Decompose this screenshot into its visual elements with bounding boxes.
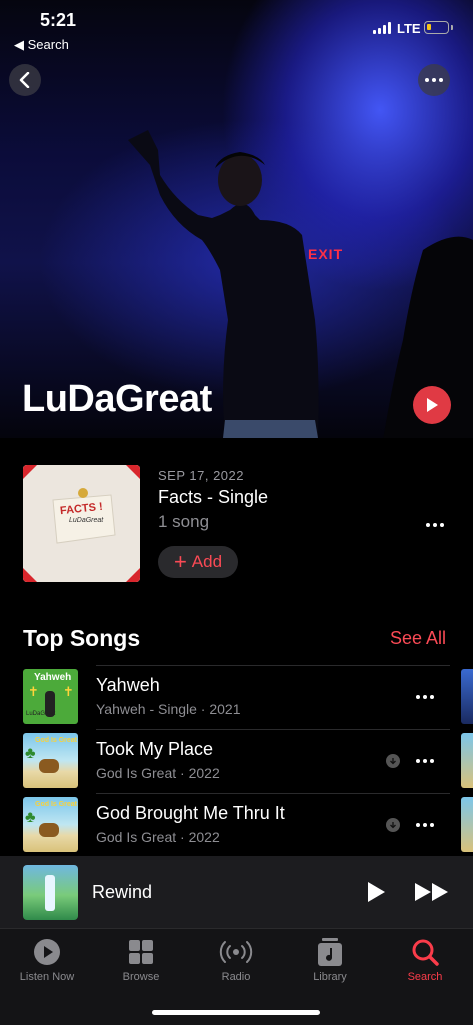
- network-type: LTE: [397, 21, 421, 36]
- plus-icon: +: [173, 549, 187, 574]
- add-to-library-button[interactable]: + Add: [158, 546, 238, 578]
- release-song-count: 1 song: [158, 512, 210, 531]
- library-icon: [318, 938, 342, 966]
- see-all-link[interactable]: See All: [390, 628, 446, 649]
- top-songs-heading: Top Songs: [23, 625, 141, 651]
- status-bar: 5:21 ◀ Search LTE: [0, 0, 473, 60]
- tab-label: Library: [313, 971, 347, 983]
- back-button[interactable]: [9, 64, 41, 96]
- tab-browse[interactable]: Browse: [101, 937, 181, 983]
- next-column-artwork[interactable]: [461, 797, 473, 852]
- cover-artist: LuDaGreat: [69, 517, 104, 524]
- song-row[interactable]: God Is Great ♣ Took My Place God Is Grea…: [0, 729, 473, 793]
- signal-icon: [373, 22, 393, 34]
- next-column-artwork[interactable]: [461, 733, 473, 788]
- art-artist: LuDaGreat: [26, 711, 56, 717]
- tab-library[interactable]: Library: [290, 937, 370, 983]
- play-icon: [427, 398, 438, 412]
- artist-name: LuDaGreat: [22, 378, 212, 420]
- battery-icon: [424, 21, 453, 34]
- art-title: Yahweh: [34, 672, 72, 683]
- song-title: Took My Place: [96, 739, 214, 759]
- downloaded-icon: [386, 818, 400, 832]
- song-title: God Brought Me Thru It: [96, 803, 285, 823]
- song-more-icon[interactable]: [416, 695, 434, 699]
- tab-listen-now[interactable]: Listen Now: [7, 937, 87, 983]
- artist-hero: EXIT 5:21 ◀ Search LTE LuDaGreat: [0, 0, 473, 438]
- play-artist-button[interactable]: [413, 386, 451, 424]
- cross-icon: ✝: [28, 684, 39, 699]
- row-divider: [96, 729, 450, 730]
- chevron-left-icon: [19, 72, 30, 88]
- song-subtitle: Yahweh - Single · 2021: [96, 701, 241, 717]
- home-indicator[interactable]: [152, 1010, 320, 1015]
- song-artwork: God Is Great ♣: [23, 733, 78, 788]
- play-icon[interactable]: [366, 881, 386, 903]
- radio-waves-icon: [219, 941, 253, 963]
- mini-player[interactable]: Rewind: [0, 856, 473, 928]
- tab-search[interactable]: Search: [385, 937, 465, 983]
- now-playing-artwork: [23, 865, 78, 920]
- now-playing-title: Rewind: [92, 882, 153, 902]
- tab-label: Radio: [221, 971, 251, 983]
- forward-icon[interactable]: [414, 882, 450, 902]
- song-artwork: Yahweh ✝ ✝ LuDaGreat: [23, 669, 78, 724]
- palm-tree-icon: ♣: [25, 809, 36, 826]
- downloaded-icon: [386, 754, 400, 768]
- song-subtitle: God Is Great · 2022: [96, 765, 220, 781]
- lion-icon: [39, 823, 59, 837]
- song-more-icon[interactable]: [416, 823, 434, 827]
- ellipsis-icon: [425, 78, 443, 82]
- release-more-icon[interactable]: [426, 523, 444, 527]
- song-row[interactable]: God Is Great ♣ God Brought Me Thru It Go…: [0, 793, 473, 857]
- row-divider: [96, 793, 450, 794]
- song-artwork: God Is Great ♣: [23, 797, 78, 852]
- release-date: SEP 17, 2022: [158, 468, 244, 483]
- cross-icon: ✝: [63, 684, 74, 699]
- tab-radio[interactable]: Radio: [196, 937, 276, 983]
- row-divider: [96, 665, 450, 666]
- art-title: God Is Great: [35, 737, 78, 744]
- song-row[interactable]: Yahweh ✝ ✝ LuDaGreat Yahweh Yahweh - Sin…: [0, 665, 473, 729]
- back-to-app-link[interactable]: ◀ Search: [14, 37, 69, 53]
- grid-icon: [129, 940, 153, 964]
- tab-label: Browse: [122, 971, 160, 983]
- song-title: Yahweh: [96, 675, 160, 695]
- waterfall-icon: [45, 875, 55, 911]
- play-circle-icon: [34, 939, 60, 965]
- song-more-icon[interactable]: [416, 759, 434, 763]
- art-title: God Is Great: [35, 801, 78, 808]
- more-options-button[interactable]: [418, 64, 450, 96]
- tab-label: Search: [407, 971, 443, 983]
- song-subtitle: God Is Great · 2022: [96, 829, 220, 845]
- tab-label: Listen Now: [19, 971, 75, 983]
- palm-tree-icon: ♣: [25, 745, 36, 762]
- search-icon: [412, 939, 439, 966]
- release-title[interactable]: Facts - Single: [158, 487, 268, 508]
- status-time: 5:21: [40, 10, 77, 30]
- lion-icon: [39, 759, 59, 773]
- next-column-artwork[interactable]: [461, 669, 473, 724]
- add-label: Add: [191, 552, 223, 571]
- latest-release[interactable]: FACTS ! LuDaGreat SEP 17, 2022 Facts - S…: [0, 438, 473, 588]
- release-cover-art[interactable]: FACTS ! LuDaGreat: [23, 465, 140, 582]
